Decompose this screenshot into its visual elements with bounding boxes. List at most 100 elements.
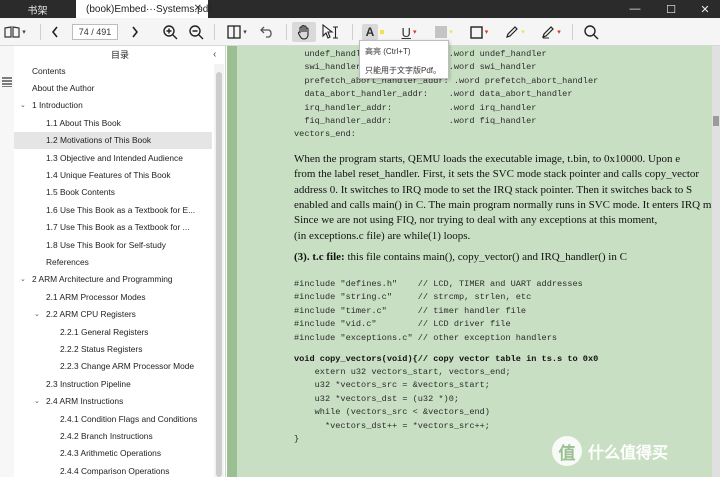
toc-item-label: 2.3 Instruction Pipeline: [46, 378, 131, 389]
text-line: vectors_end:: [294, 129, 356, 140]
tab-document-label: (book)Embed···Systems.pdf: [86, 3, 212, 15]
text-line: address 0. It switches to IRQ mode to se…: [294, 183, 693, 196]
toc-item-label: 2 ARM Architecture and Programming: [32, 274, 173, 285]
minimize-button[interactable]: —: [618, 0, 652, 18]
toc-item[interactable]: 2.2.2 Status Registers: [14, 340, 212, 357]
toc-item[interactable]: 2.4.4 Comparison Operations: [14, 462, 212, 479]
toc-item-label: 2.1 ARM Processor Modes: [46, 291, 146, 302]
expand-chevron-icon[interactable]: ⌄: [34, 310, 40, 318]
toc-item[interactable]: 1.6 Use This Book as a Textbook for E...: [14, 201, 212, 218]
toc-title: 目录: [110, 49, 129, 60]
toc-item-label: 2.2 ARM CPU Registers: [46, 309, 136, 320]
prev-page-icon[interactable]: [46, 22, 64, 42]
underline-letter: U: [401, 24, 411, 40]
fill-icon[interactable]: ▾: [430, 22, 458, 42]
document-scroll-thumb[interactable]: [713, 116, 719, 126]
toc-item-label: 1.5 Book Contents: [46, 187, 115, 198]
text-line: u32 *vectors_dst = (u32 *)0;: [294, 393, 460, 404]
layout-icon[interactable]: ▾: [222, 22, 252, 42]
watermark-text: 什么值得买: [588, 445, 669, 462]
text-select-icon[interactable]: [318, 22, 342, 42]
tab-document[interactable]: (book)Embed···Systems.pdf ✕: [76, 0, 212, 18]
function-signature: void copy_vectors(void){// copy vector t…: [294, 354, 599, 364]
expand-chevron-icon[interactable]: ⌄: [34, 397, 40, 405]
highlight-tooltip: 高亮 (Ctrl+T) 只能用于文字版Pdf。: [359, 40, 449, 79]
page-number-input[interactable]: 74 / 491: [72, 24, 118, 40]
toolbar-separator: [572, 24, 573, 40]
eraser-icon[interactable]: ▾: [536, 22, 566, 42]
toc-item[interactable]: 2.1 ARM Processor Modes: [14, 288, 212, 305]
text-line: *vectors_dst++ = *vectors_src++;: [294, 420, 490, 431]
toc-item[interactable]: About the Author: [14, 79, 212, 96]
toc-item[interactable]: 1.7 Use This Book as a Textbook for ...: [14, 219, 212, 236]
toc-item[interactable]: 2.4.2 Branch Instructions: [14, 427, 212, 444]
text-line: #include "timer.c" // timer handler file: [294, 305, 527, 316]
rectangle-icon[interactable]: ▾: [464, 22, 494, 42]
search-icon[interactable]: [580, 22, 602, 42]
text-line: #include "exceptions.c" // other excepti…: [294, 332, 558, 343]
text-line: u32 *vectors_src = &vectors_start;: [294, 380, 490, 391]
toc-scrollbar[interactable]: [214, 64, 224, 477]
toc-item[interactable]: 2.4.3 Arithmetic Operations: [14, 445, 212, 462]
toc-item[interactable]: ⌄ 1 Introduction: [14, 97, 212, 114]
toc-item[interactable]: 1.5 Book Contents: [14, 184, 212, 201]
toc-item[interactable]: 2.2.3 Change ARM Processor Mode: [14, 358, 212, 375]
toc-item[interactable]: 1.3 Objective and Intended Audience: [14, 149, 212, 166]
collapse-sidebar-icon[interactable]: ‹: [213, 49, 216, 60]
pdf-page[interactable]: undef_handler_addr: .word undef_handler …: [237, 46, 713, 477]
toc-item-label: 2.2.2 Status Registers: [60, 343, 143, 354]
toc-item[interactable]: 1.1 About This Book: [14, 114, 212, 131]
sidebar-rail: [0, 46, 14, 477]
text-line: data_abort_handler_addr: .word data_abor…: [294, 89, 573, 100]
toc-item[interactable]: 1.4 Unique Features of This Book: [14, 166, 212, 183]
toc-item-label: 2.4 ARM Instructions: [46, 396, 124, 407]
toc-item[interactable]: 2.2.1 General Registers: [14, 323, 212, 340]
toc-item-label: 2.4.1 Condition Flags and Conditions: [60, 413, 198, 424]
title-bar: 书架 (book)Embed···Systems.pdf ✕ — ☐ ✕: [0, 0, 720, 18]
tab-bookshelf[interactable]: 书架: [0, 0, 75, 18]
toc-list-icon[interactable]: [2, 74, 12, 92]
toc-item-label: References: [46, 256, 89, 267]
pen-icon[interactable]: ▾: [500, 22, 530, 42]
underline-icon[interactable]: U ▾: [394, 22, 424, 42]
toc-item[interactable]: References: [14, 253, 212, 270]
text-line: #include "defines.h" // LCD, TIMER and U…: [294, 279, 583, 289]
toc-item-label: About the Author: [32, 83, 95, 94]
toc-item[interactable]: 2.3 Instruction Pipeline: [14, 375, 212, 392]
toolbar-separator: [286, 24, 287, 40]
highlight-icon[interactable]: A: [358, 22, 388, 42]
zoom-out-icon[interactable]: [186, 22, 206, 42]
text-line: }: [294, 434, 300, 445]
maximize-button[interactable]: ☐: [654, 0, 688, 18]
toc-item[interactable]: 2.4.1 Condition Flags and Conditions: [14, 410, 212, 427]
tab-close-icon[interactable]: ✕: [194, 3, 202, 14]
code-block-function: extern u32 vectors_start, vectors_end; u…: [294, 366, 511, 446]
highlight-letter: A: [362, 24, 378, 40]
toc-item[interactable]: ⌄ 2.2 ARM CPU Registers: [14, 305, 212, 322]
toc-item-label: 1 Introduction: [32, 100, 83, 111]
document-scrollbar[interactable]: [712, 46, 720, 477]
toc-item-label: 1.7 Use This Book as a Textbook for ...: [46, 222, 190, 233]
toc-item[interactable]: 1.2 Motivations of This Book: [14, 131, 212, 149]
undo-icon[interactable]: [256, 22, 278, 42]
toc-item[interactable]: Contents: [14, 62, 212, 79]
toc-item-label: 2.2.3 Change ARM Processor Mode: [60, 361, 195, 372]
toc-item[interactable]: ⌄ 2 ARM Architecture and Programming: [14, 271, 212, 288]
expand-chevron-icon[interactable]: ⌄: [20, 101, 26, 109]
toc-item[interactable]: ⌄ 2.4 ARM Instructions: [14, 392, 212, 409]
close-window-button[interactable]: ✕: [688, 0, 720, 18]
toc-item[interactable]: 1.8 Use This Book for Self-study: [14, 236, 212, 253]
document-viewport[interactable]: undef_handler_addr: .word undef_handler …: [227, 46, 720, 477]
zoom-in-icon[interactable]: [160, 22, 180, 42]
next-page-icon[interactable]: [126, 22, 144, 42]
book-icon[interactable]: ▾: [2, 22, 28, 42]
toc-scroll-thumb[interactable]: [216, 72, 222, 477]
toc-item-label: 1.1 About This Book: [46, 117, 121, 128]
toolbar-separator: [214, 24, 215, 40]
toolbar-separator: [352, 24, 353, 40]
toc-item-label: 2.4.3 Arithmetic Operations: [60, 448, 162, 459]
tab-bookshelf-label: 书架: [27, 5, 48, 17]
hand-icon[interactable]: [292, 22, 316, 42]
text-line: #include "vid.c" // LCD driver file: [294, 319, 511, 330]
expand-chevron-icon[interactable]: ⌄: [20, 275, 26, 283]
